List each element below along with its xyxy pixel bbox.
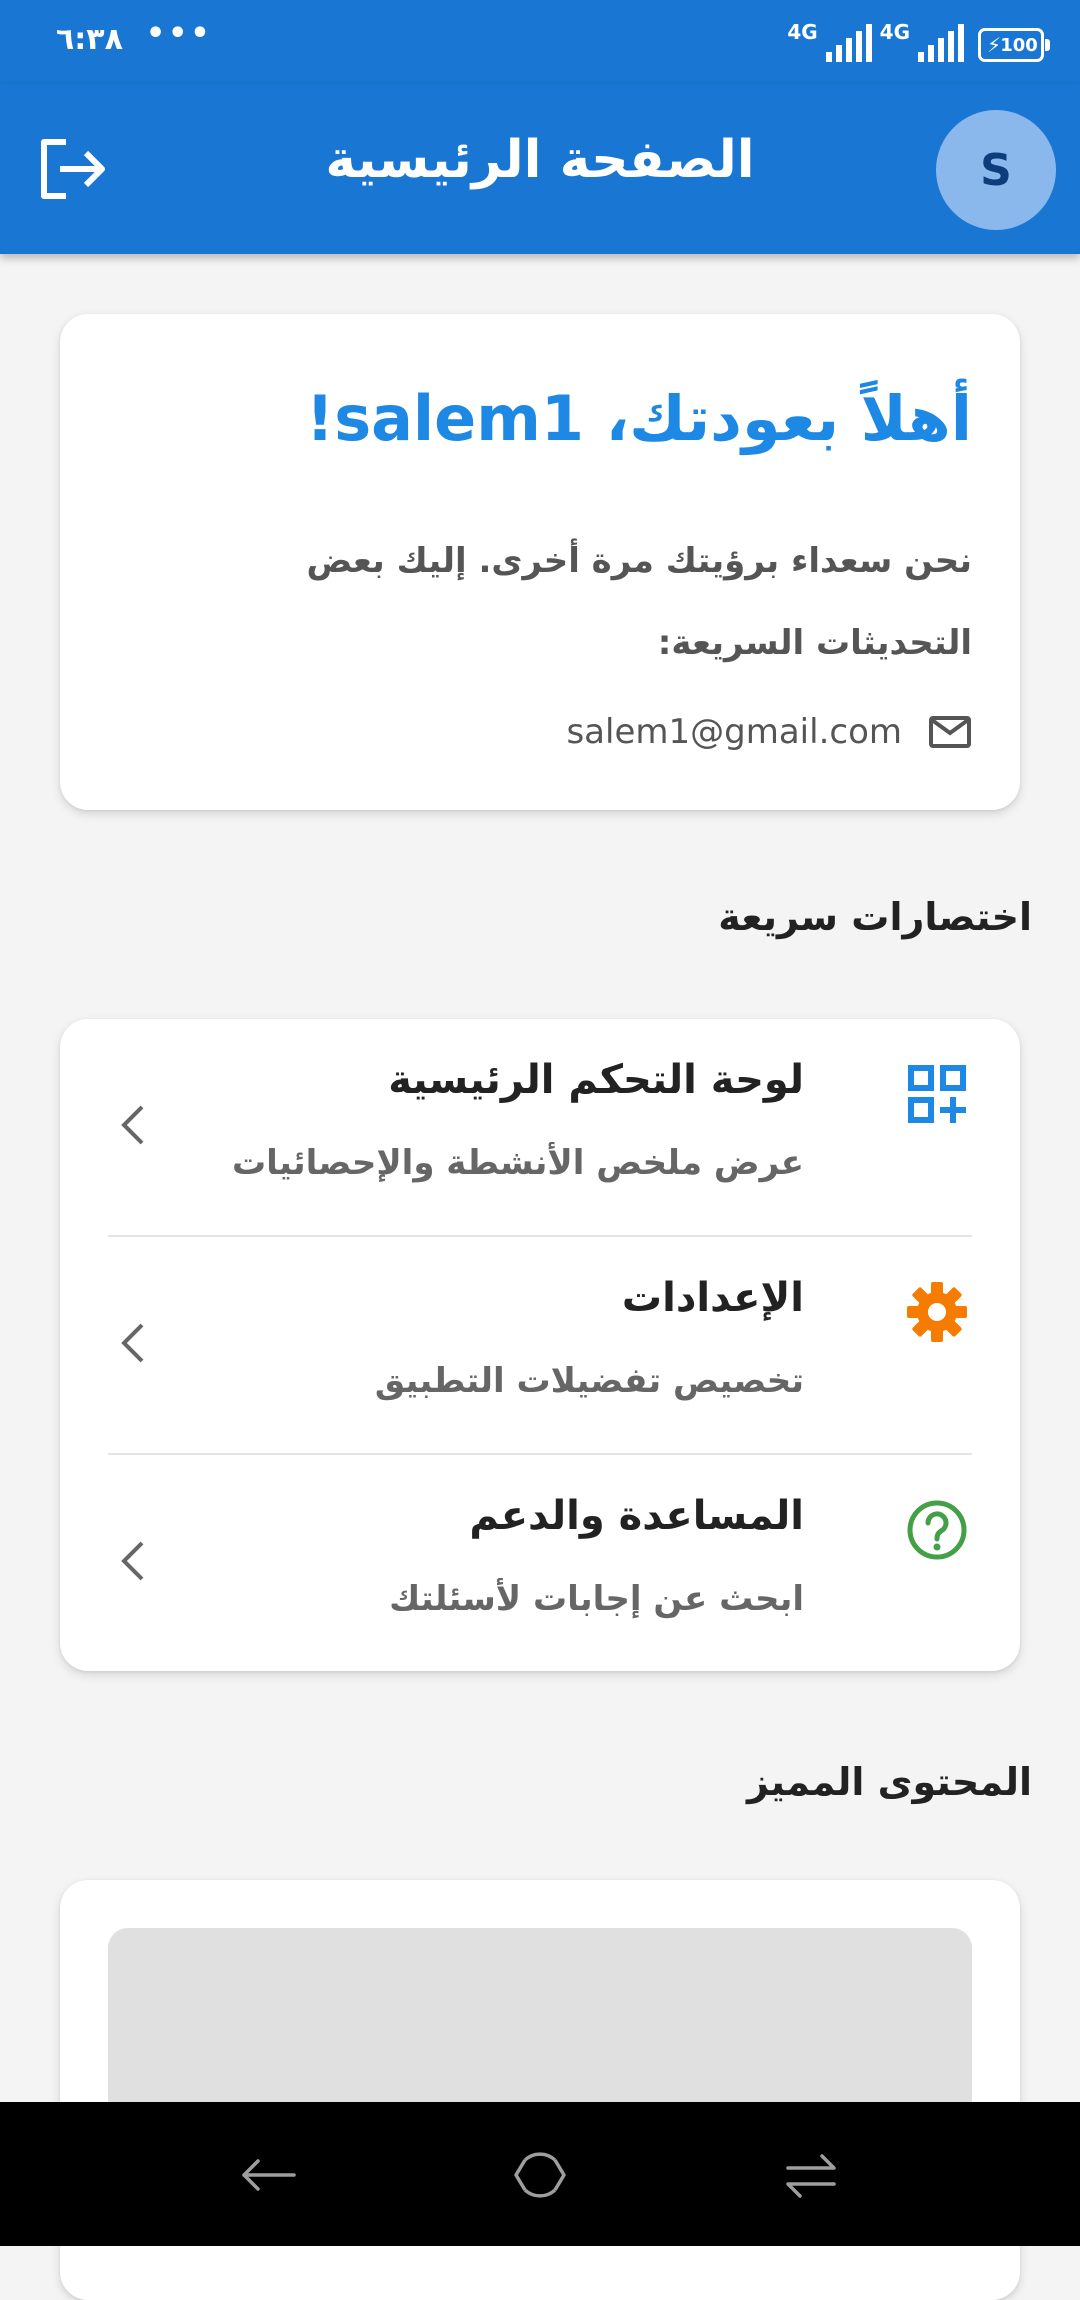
back-arrow-icon	[242, 2159, 296, 2191]
status-bar: ٦:٣٨ ••• 4G 4G ⚡ 100	[0, 0, 1080, 84]
chevron-left-icon	[121, 1541, 144, 1581]
nav-home-button[interactable]	[505, 2140, 575, 2210]
shortcut-subtitle: تخصيص تفضيلات التطبيق	[374, 1361, 804, 1401]
charging-bolt-icon: ⚡	[987, 33, 1002, 57]
signal-icon	[825, 24, 872, 62]
shortcuts-card: لوحة التحكم الرئيسية عرض ملخص الأنشطة وا…	[60, 1019, 1020, 1671]
welcome-message: نحن سعداء برؤيتك مرة أخرى. إليك بعض التح…	[306, 541, 972, 663]
shortcut-settings[interactable]: الإعدادات تخصيص تفضيلات التطبيق	[108, 1237, 972, 1455]
status-time: ٦:٣٨	[56, 22, 123, 57]
notification-dots: •••	[146, 16, 213, 51]
email-row: salem1@gmail.com	[566, 712, 972, 752]
nav-back-button[interactable]	[234, 2140, 304, 2210]
welcome-title: أهلاً بعودتك، salem1!	[305, 382, 972, 455]
shortcut-help[interactable]: المساعدة والدعم ابحث عن إجابات لأسئلتك	[108, 1455, 972, 1671]
battery-level: 100	[1000, 34, 1038, 56]
nav-recent-button[interactable]	[776, 2140, 846, 2210]
shortcut-dashboard[interactable]: لوحة التحكم الرئيسية عرض ملخص الأنشطة وا…	[108, 1019, 972, 1237]
chevron-left-icon	[121, 1323, 144, 1363]
welcome-card: أهلاً بعودتك، salem1! نحن سعداء برؤيتك م…	[60, 314, 1020, 810]
shortcut-subtitle: عرض ملخص الأنشطة والإحصائيات	[232, 1143, 804, 1183]
switch-apps-icon	[786, 2154, 836, 2198]
shortcut-title: الإعدادات	[621, 1275, 804, 1321]
quick-shortcuts-heading: اختصارات سريعة	[718, 895, 1032, 939]
battery-icon: ⚡ 100	[978, 28, 1050, 62]
network-type-2: 4G	[879, 20, 910, 44]
dashboard-icon	[902, 1059, 972, 1129]
user-email: salem1@gmail.com	[566, 712, 902, 752]
featured-content-heading: المحتوى المميز	[747, 1760, 1032, 1804]
app-bar: الصفحة الرئيسية S	[0, 84, 1080, 254]
system-navigation-bar	[0, 2102, 1080, 2246]
signal-icon	[918, 24, 964, 62]
shortcut-title: لوحة التحكم الرئيسية	[388, 1057, 804, 1103]
network-type-1: 4G	[787, 20, 818, 44]
settings-gear-icon	[902, 1277, 972, 1347]
shortcut-subtitle: ابحث عن إجابات لأسئلتك	[389, 1579, 804, 1619]
chevron-left-icon	[121, 1105, 144, 1145]
status-indicators: 4G 4G ⚡ 100	[787, 20, 1050, 62]
page-title: الصفحة الرئيسية	[325, 130, 755, 190]
home-icon	[514, 2152, 566, 2198]
mail-icon	[929, 716, 971, 748]
shortcut-title: المساعدة والدعم	[469, 1493, 804, 1539]
help-icon	[902, 1495, 972, 1565]
avatar[interactable]: S	[936, 110, 1056, 230]
